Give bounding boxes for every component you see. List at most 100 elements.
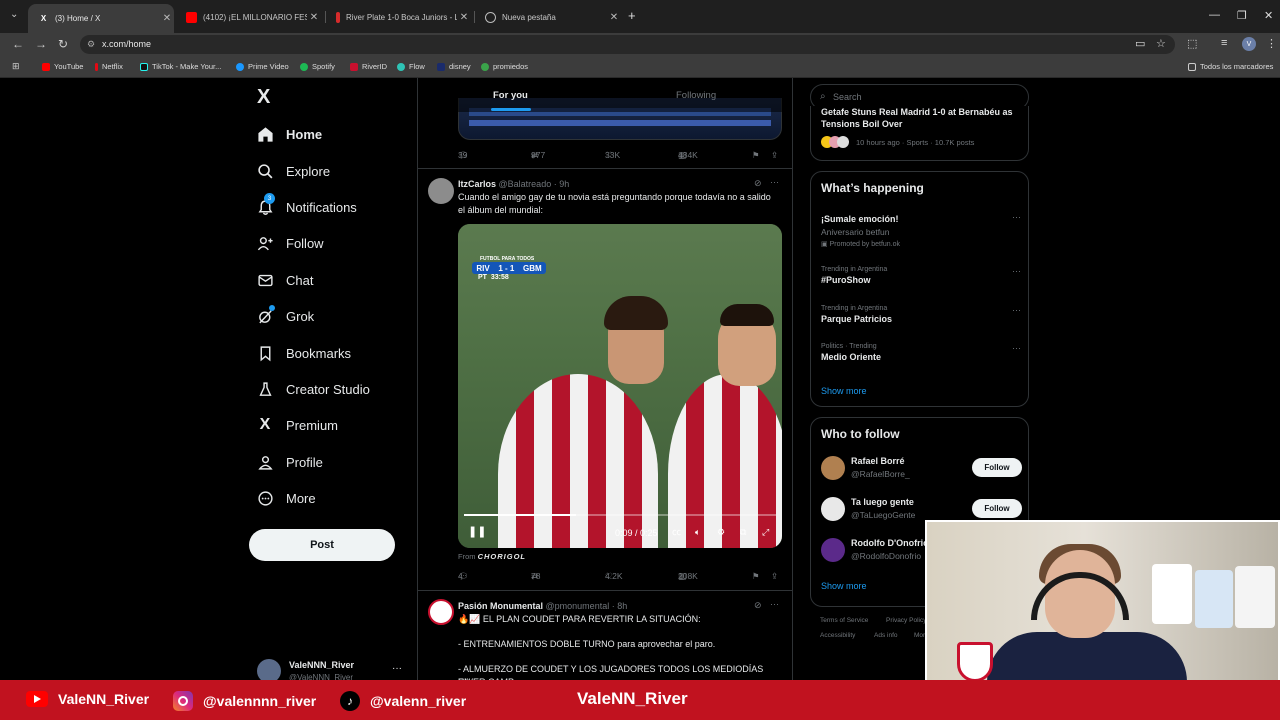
tab-x-home[interactable]: X (3) Home / X ✕ [28,4,174,33]
tweet-author-avatar[interactable] [428,599,454,625]
tweet-more-icon[interactable]: ··· [770,177,779,187]
nav-profile[interactable]: Profile [256,449,323,475]
show-more-link[interactable]: Show more [821,581,867,591]
nav-bookmarks[interactable]: Bookmarks [256,340,351,366]
show-more-link[interactable]: Show more [821,386,867,396]
tab-following[interactable]: Following [676,90,716,101]
tweet-author-handle[interactable]: @pmonumental [546,601,610,611]
nav-follow[interactable]: Follow [256,230,324,256]
share-icon[interactable]: ⇪ [771,571,778,582]
close-tab-icon[interactable]: ✕ [457,12,471,23]
bookmark-prime-video[interactable]: Prime Video [236,62,289,71]
tab-youtube[interactable]: (4102) ¡EL MILLONARIO FESTEJÓ... ✕ [176,5,321,29]
captions-icon[interactable]: ㏄ [672,525,681,538]
grok-tweet-icon[interactable]: ⊘ [754,600,762,611]
close-tab-icon[interactable]: ✕ [160,13,174,24]
trend-more-icon[interactable]: ··· [1012,343,1021,353]
pip-icon[interactable]: ⧉ [740,527,746,538]
media-control-icon[interactable]: ≡ [1221,37,1227,49]
nav-explore[interactable]: Explore [256,158,330,184]
bookmark-disney[interactable]: disney [437,62,471,71]
footer-ads-info[interactable]: Ads info [874,632,898,639]
nav-home[interactable]: Home [256,121,322,147]
footer-accessibility[interactable]: Accessibility [820,632,855,639]
tab-for-you[interactable]: For you [493,90,528,101]
trend-item[interactable]: ¡Sumale emoción! Aniversario betfun ▣ Pr… [821,212,1021,248]
active-tab-indicator [491,108,531,111]
nav-grok[interactable]: Grok [256,303,314,329]
bookmark-star-icon[interactable]: ☆ [1156,37,1166,50]
bookmark-tweet-icon[interactable]: ⚑ [752,571,760,582]
tweet-time[interactable]: 8h [617,601,627,611]
new-tab-plus-icon[interactable]: + [628,8,636,23]
nav-creator-studio[interactable]: Creator Studio [256,376,370,402]
pause-icon[interactable]: ❚❚ [468,525,486,538]
more-dots-icon[interactable]: ··· [392,663,402,674]
nav-notifications[interactable]: 3 Notifications [256,193,357,220]
close-tab-icon[interactable]: ✕ [307,12,321,23]
from-source[interactable]: CHORIGOL [478,552,526,561]
nav-label: More [286,490,316,506]
settings-gear-icon[interactable]: ⚙ [717,527,725,538]
trend-more-icon[interactable]: ··· [1012,305,1021,315]
minimize-icon[interactable]: — [1209,9,1220,21]
tweet-author-name[interactable]: ItzCarlos [458,179,496,189]
footer-terms[interactable]: Terms of Service [820,617,868,624]
forward-arrow-icon[interactable]: → [35,37,47,51]
volume-icon[interactable]: 🔈︎ [695,527,700,538]
back-arrow-icon[interactable]: ← [12,37,24,51]
tweet-author-avatar[interactable] [428,178,454,204]
close-window-icon[interactable]: ✕ [1264,9,1273,22]
follow-suggestion[interactable]: Rafael Borré @RafaelBorre_ Follow [821,454,1022,484]
apps-grid-icon[interactable]: ⊞ [12,61,20,72]
tweet-time[interactable]: 9h [559,179,569,189]
bookmark-youtube[interactable]: YouTube [42,62,83,71]
tweet-author-handle[interactable]: @Balatreado [499,179,552,189]
nav-chat[interactable]: Chat [256,267,313,293]
tab-search-chevron-icon[interactable]: ⌄ [10,9,18,20]
bookmark-netflix[interactable]: Netflix [95,62,123,71]
youtube-icon [26,691,48,707]
top-news-card[interactable]: Getafe Stuns Real Madrid 1-0 at Bernabéu… [810,106,1029,161]
grok-tweet-icon[interactable]: ⊘ [754,178,762,189]
grok-icon [256,305,275,325]
tweet-author-name[interactable]: Pasión Monumental [458,601,543,611]
share-icon[interactable]: ⇪ [771,150,778,161]
profile-avatar[interactable]: V [1242,37,1256,51]
x-logo[interactable]: X [257,86,270,109]
trend-item[interactable]: Trending in Argentina Parque Patricios ·… [821,305,1021,324]
all-bookmarks[interactable]: Todos los marcadores [1188,62,1273,71]
nav-premium[interactable]: X Premium [256,412,338,438]
bookmark-flow[interactable]: Flow [397,62,425,71]
bookmark-spotify[interactable]: Spotify [300,62,335,71]
trend-more-icon[interactable]: ··· [1012,266,1021,276]
bookmark-tweet-icon[interactable]: ⚑ [752,150,760,161]
instagram-handle: @valennnn_river [203,693,317,709]
tweet-more-icon[interactable]: ··· [770,599,779,609]
tweet-video[interactable]: FUTBOL PARA TODOS RIV 1 - 1 GBM PT 33:58… [458,224,782,548]
footer-privacy[interactable]: Privacy Policy [886,617,926,624]
follow-button[interactable]: Follow [972,499,1022,518]
bookmark-riverid[interactable]: RiverID [350,62,387,71]
bookmark-tiktok[interactable]: TikTok - Make Your... [140,62,221,71]
trend-more-icon[interactable]: ··· [1012,212,1021,222]
fullscreen-icon[interactable]: ⤢ [762,527,769,538]
cast-icon[interactable]: ▭ [1135,37,1145,50]
post-button[interactable]: Post [249,529,395,561]
video-progress-bar[interactable] [464,514,776,516]
follow-button[interactable]: Follow [972,458,1022,477]
bookmark-promiedos[interactable]: promiedos [481,62,528,71]
trend-item[interactable]: Trending in Argentina #PuroShow ··· [821,266,1021,285]
account-switcher[interactable]: ValeNNN_River @ValeNNN_River ··· [257,659,407,683]
nav-more[interactable]: More [256,485,316,511]
address-bar[interactable]: ⚙ x.com/home [80,35,1175,54]
maximize-icon[interactable]: ❐ [1237,9,1247,22]
trend-item[interactable]: Politics · Trending Medio Oriente ··· [821,343,1021,362]
reload-icon[interactable]: ↻ [58,37,68,51]
tab-new-tab[interactable]: Nueva pestaña ✕ [475,5,621,29]
close-tab-icon[interactable]: ✕ [607,12,621,23]
browser-menu-icon[interactable]: ⋮ [1266,37,1277,50]
site-info-icon[interactable]: ⚙ [87,39,95,50]
extensions-icon[interactable]: ⬚ [1187,37,1197,50]
tab-river-boca[interactable]: River Plate 1-0 Boca Juniors - L... ✕ [326,5,471,29]
